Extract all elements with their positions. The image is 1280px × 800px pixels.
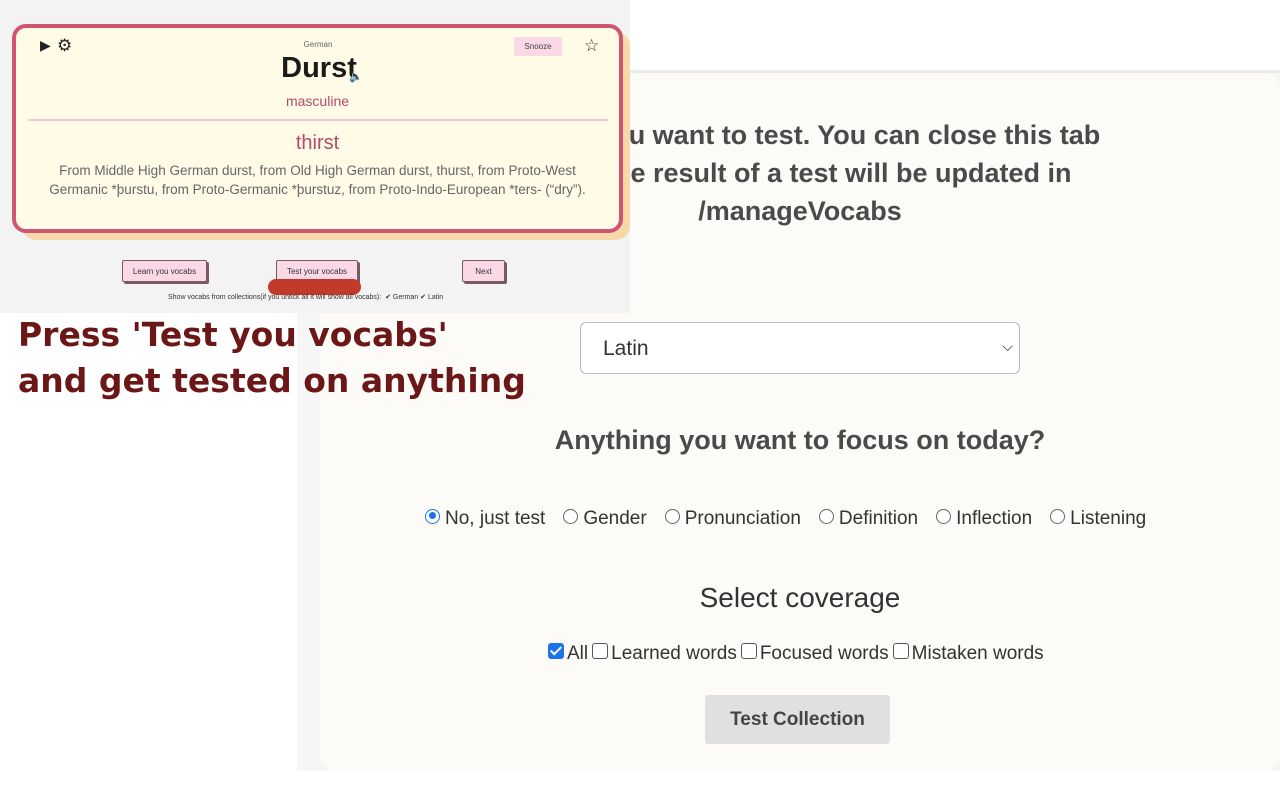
card-divider — [28, 119, 608, 121]
star-icon[interactable]: ☆ — [584, 36, 599, 56]
focus-radio-group: No, just test Gender Pronunciation Defin… — [425, 506, 1164, 532]
etymology-line: Germanic *þurstu, from Proto-Germanic *þ… — [49, 182, 586, 197]
coverage-option-label: All — [567, 643, 589, 664]
collection-option-german[interactable]: German — [393, 294, 418, 301]
collection-option-latin[interactable]: Latin — [428, 294, 443, 301]
checkmark-icon[interactable]: ✔ — [420, 294, 426, 301]
coverage-title: Select coverage — [699, 582, 901, 613]
coverage-checkbox-group: All Learned words Focused words Mistaken… — [548, 641, 1048, 667]
radio-button[interactable] — [936, 508, 952, 524]
coverage-option-label: Mistaken words — [911, 643, 1044, 664]
radio-button[interactable] — [664, 508, 680, 524]
coverage-option-learned-words[interactable]: Learned words — [592, 643, 737, 665]
checkbox[interactable] — [740, 643, 757, 659]
radio-button[interactable] — [1050, 508, 1066, 524]
checkbox[interactable] — [892, 643, 909, 659]
vocab-meaning: thirst — [295, 132, 340, 154]
focus-option-label: Inflection — [956, 508, 1033, 529]
headline-line: Press 'Test you vocabs' — [18, 315, 448, 354]
focus-option-no-just-test[interactable]: No, just test — [425, 508, 545, 530]
radio-button[interactable] — [425, 508, 440, 524]
radio-button[interactable] — [563, 508, 579, 524]
coverage-option-label: Learned words — [611, 643, 737, 664]
test-collection-button[interactable]: Test Collection — [705, 695, 890, 744]
card-language: German — [303, 40, 333, 49]
checkbox[interactable] — [548, 643, 564, 659]
speaker-icon[interactable]: 🔈 — [349, 70, 363, 83]
focus-option-label: Listening — [1070, 508, 1147, 529]
coverage-option-focused-words[interactable]: Focused words — [740, 643, 889, 665]
vocab-gender: masculine — [285, 93, 350, 109]
coverage-option-label: Focused words — [759, 643, 889, 664]
focus-option-label: Gender — [583, 508, 647, 529]
learn-vocabs-button[interactable]: Learn you vocabs — [122, 260, 207, 282]
collection-select[interactable]: Latin ⌵ — [580, 322, 1020, 374]
radio-button[interactable] — [818, 508, 834, 524]
focus-option-label: No, just test — [445, 508, 546, 529]
checkmark-icon[interactable]: ✔ — [385, 294, 391, 301]
chevron-down-icon: ⌵ — [1002, 339, 1013, 355]
focus-option-listening[interactable]: Listening — [1050, 508, 1146, 530]
show-collections-label: Show vocabs from collections(if you unti… — [168, 294, 382, 301]
focus-option-gender[interactable]: Gender — [563, 508, 647, 530]
play-icon[interactable]: ▶ — [40, 38, 51, 54]
checkbox[interactable] — [592, 643, 609, 659]
coverage-option-all[interactable]: All — [548, 643, 588, 665]
coverage-option-mistaken-words[interactable]: Mistaken words — [892, 643, 1044, 665]
show-collections-row: Show vocabs from collections(if you unti… — [168, 293, 443, 301]
etymology-line: From Middle High German durst, from Old … — [59, 163, 576, 178]
gear-icon[interactable]: ⚙ — [57, 36, 72, 56]
snooze-button[interactable]: Snooze — [514, 37, 562, 56]
next-button[interactable]: Next — [462, 260, 505, 282]
focus-question: Anything you want to focus on today? — [554, 425, 1046, 455]
vocab-etymology: From Middle High German durst, from Old … — [20, 161, 615, 199]
headline-line: and get tested on anything — [18, 361, 526, 400]
focus-option-label: Pronunciation — [684, 508, 801, 529]
vocab-word: Durst — [281, 52, 357, 84]
focus-option-inflection[interactable]: Inflection — [936, 508, 1032, 530]
focus-option-label: Definition — [838, 508, 919, 529]
focus-option-pronunciation[interactable]: Pronunciation — [664, 508, 801, 530]
collection-select-value: Latin — [603, 337, 649, 360]
promo-headline: Press 'Test you vocabs' and get tested o… — [18, 312, 526, 404]
focus-option-definition[interactable]: Definition — [818, 508, 919, 530]
